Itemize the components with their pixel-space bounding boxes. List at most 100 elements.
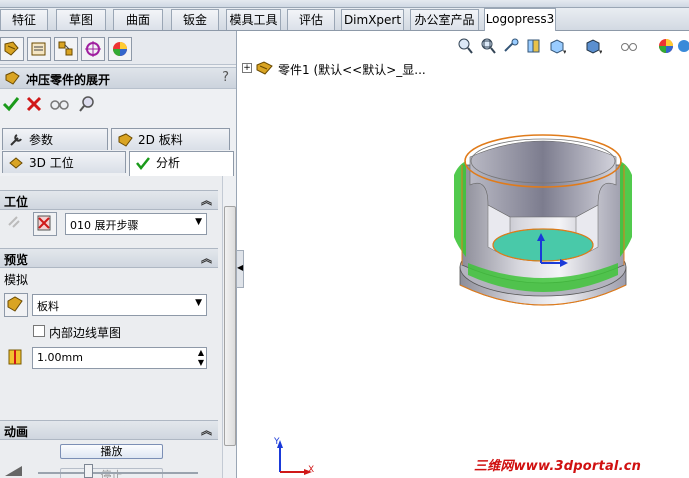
feature-manager-tab[interactable] (0, 37, 24, 61)
svg-text:▾: ▾ (563, 48, 566, 55)
tab-analysis-label: 分析 (156, 156, 181, 170)
property-manager-icon (31, 42, 46, 56)
close-icon (26, 96, 42, 112)
collapse-arrow-icon[interactable]: ◀ (237, 263, 243, 272)
play-button[interactable]: 播放 (60, 444, 163, 459)
scrollbar-thumb[interactable] (224, 206, 236, 446)
tab-mold-tools[interactable]: 模具工具 (226, 9, 281, 30)
display-style-icon[interactable]: ▾ (584, 37, 602, 55)
tab-surfaces[interactable]: 曲面 (113, 9, 163, 30)
cancel-button[interactable] (25, 95, 43, 113)
svg-text:▾: ▾ (599, 48, 602, 55)
tab-evaluate[interactable]: 评估 (287, 9, 335, 30)
dropdown-arrow-icon: ▼ (195, 217, 202, 227)
collapse-chevron-icon[interactable]: ︽ (201, 192, 212, 208)
manager-icon-strip (0, 31, 236, 65)
dimxpert-manager-tab[interactable] (81, 37, 105, 61)
magnifier-icon (79, 96, 94, 112)
help-icon[interactable]: ? (222, 70, 229, 85)
panel-splitter[interactable]: ◀ (236, 250, 244, 288)
pick-station-button[interactable] (4, 212, 28, 236)
feature-tree-icon (4, 41, 19, 56)
station-icon (9, 157, 23, 169)
previous-view-icon[interactable] (502, 37, 520, 55)
tab-sketch[interactable]: 草图 (56, 9, 106, 30)
ok-button[interactable] (2, 95, 20, 113)
thickness-icon (5, 347, 25, 367)
delete-station-icon (37, 215, 51, 231)
tab-2d-blank-label: 2D 板料 (138, 133, 183, 147)
scenes-icon[interactable] (676, 37, 689, 55)
spinner-arrows-icon[interactable]: ▲ ▼ (198, 348, 204, 368)
speed-slider-thumb[interactable] (84, 464, 93, 478)
property-manager-tab[interactable] (27, 37, 51, 61)
view-orientation-icon[interactable]: ▾ (548, 37, 566, 55)
hide-show-items-icon[interactable]: ▾ (620, 37, 638, 55)
inner-edge-sketch-label: 内部边线草图 (49, 326, 122, 340)
solidworks-window: 特征 草图 曲面 钣金 模具工具 评估 DimXpert 办公室产品 Logop… (0, 0, 689, 478)
collapse-chevron-icon[interactable]: ︽ (201, 250, 212, 266)
tab-logopress3[interactable]: Logopress3 (484, 8, 556, 31)
speed-slider-track[interactable] (38, 472, 198, 474)
tab-office-products[interactable]: 办公室产品 (410, 9, 479, 30)
property-manager-header: 冲压零件的展开 ? (0, 67, 236, 89)
cursor-pick-icon (8, 216, 20, 228)
y-axis-label: Y (274, 437, 280, 447)
tab-dimxpert[interactable]: DimXpert (341, 9, 404, 30)
tab-analysis[interactable]: 分析 (129, 151, 234, 176)
glasses-icon (50, 100, 69, 110)
part-icon (256, 61, 273, 75)
blank-material-icon (7, 296, 23, 312)
x-axis-label: X (308, 465, 315, 475)
material-button[interactable] (4, 293, 28, 317)
wrench-icon (10, 134, 22, 146)
panel-body: 工位 ︽ 010 展开步骤 ▼ 预览 ︽ 模拟 板料 ▼ 内部边线草图 1.00… (0, 176, 222, 478)
tab-sheet-metal[interactable]: 钣金 (171, 9, 219, 30)
stamped-part-icon (5, 71, 20, 85)
animation-section-title: 动画 (4, 425, 29, 439)
speed-ramp-icon (5, 466, 22, 476)
tab-3d-station-label: 3D 工位 (29, 156, 74, 170)
simulate-label: 模拟 (4, 273, 29, 287)
stamped-cup-model[interactable] (448, 125, 638, 331)
tree-part-label[interactable]: 零件1 (默认<<默认>_显... (278, 61, 426, 78)
blank-icon (118, 133, 133, 147)
station-section-title: 工位 (4, 195, 29, 209)
section-view-icon[interactable] (525, 37, 543, 55)
property-manager-panel: 冲压零件的展开 ? 参数 2D 板料 3D 工位 分析 工位 ︽ 010 展开步… (0, 31, 237, 478)
appearance-icon[interactable] (657, 37, 675, 55)
display-manager-tab[interactable] (108, 37, 132, 61)
checkmark-icon (136, 157, 150, 171)
thickness-spinner[interactable]: 1.00mm ▲ ▼ (32, 347, 207, 369)
material-dropdown-value: 板料 (37, 300, 59, 313)
clear-station-button[interactable] (33, 212, 57, 236)
configuration-manager-tab[interactable] (54, 37, 78, 61)
command-tab-bar: 特征 草图 曲面 钣金 模具工具 评估 DimXpert 办公室产品 Logop… (0, 8, 689, 31)
panel-scrollbar[interactable] (222, 176, 236, 478)
tab-features[interactable]: 特征 (0, 9, 48, 30)
zoom-to-fit-icon[interactable] (456, 37, 474, 55)
animation-section-header[interactable]: 动画 ︽ (0, 420, 218, 440)
tree-expand-toggle[interactable]: + (242, 63, 252, 73)
property-manager-title: 冲压零件的展开 (26, 73, 111, 87)
zoom-to-area-icon[interactable] (479, 37, 497, 55)
station-section-header[interactable]: 工位 ︽ (0, 190, 218, 210)
preview-section-header[interactable]: 预览 ︽ (0, 248, 218, 268)
graphics-area[interactable]: ▾ ▾ ▾ + 零件1 (默认<<默认>_显... (238, 31, 689, 478)
tab-3d-station[interactable]: 3D 工位 (2, 151, 126, 173)
configuration-icon (58, 41, 73, 56)
watermark-text: 三维网www.3dportal.cn (474, 459, 642, 474)
tab-parameters[interactable]: 参数 (2, 128, 108, 150)
inner-edge-sketch-checkbox[interactable] (33, 325, 45, 337)
tab-parameters-label: 参数 (29, 133, 54, 147)
collapse-chevron-icon[interactable]: ︽ (201, 422, 212, 438)
preview-section-title: 预览 (4, 253, 29, 267)
preview-button[interactable] (50, 95, 69, 113)
detailed-preview-button[interactable] (78, 95, 96, 113)
station-dropdown[interactable]: 010 展开步骤 ▼ (65, 213, 207, 235)
material-dropdown[interactable]: 板料 ▼ (32, 294, 207, 316)
crosshair-icon (85, 41, 101, 57)
tab-2d-blank[interactable]: 2D 板料 (111, 128, 230, 150)
title-strip (0, 0, 689, 8)
color-wheel-icon (113, 42, 127, 56)
